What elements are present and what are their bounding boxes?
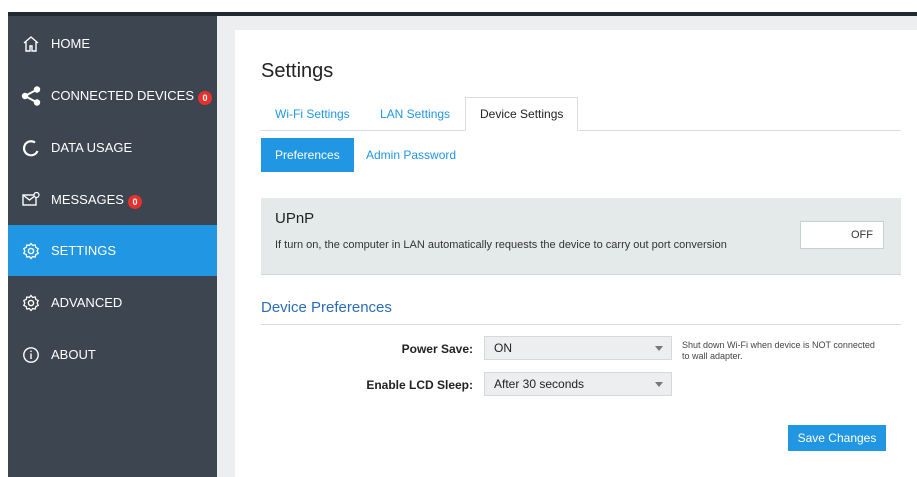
sidebar-item-label: DATA USAGE bbox=[51, 140, 133, 155]
sidebar-item-data-usage[interactable]: DATA USAGE bbox=[8, 122, 217, 173]
sidebar-item-label: HOME bbox=[51, 36, 90, 51]
settings-panel: Settings Wi-Fi Settings LAN Settings Dev… bbox=[235, 30, 917, 477]
sidebar: HOME CONNECTED DEVICES 0 DATA USAGE MESS… bbox=[8, 16, 217, 477]
home-icon bbox=[21, 34, 41, 54]
messages-icon bbox=[21, 190, 41, 210]
device-preferences-title: Device Preferences bbox=[261, 299, 392, 316]
lcd-sleep-select[interactable]: After 30 seconds bbox=[484, 372, 672, 396]
save-changes-button[interactable]: Save Changes bbox=[788, 425, 886, 451]
tab-wifi-settings[interactable]: Wi-Fi Settings bbox=[275, 98, 350, 130]
notification-badge: 0 bbox=[198, 90, 213, 105]
power-save-value: ON bbox=[494, 341, 512, 355]
gear-icon bbox=[21, 293, 41, 313]
sidebar-item-label: ABOUT bbox=[51, 347, 96, 362]
settings-tabs: Wi-Fi Settings LAN Settings Device Setti… bbox=[261, 97, 901, 131]
chevron-down-icon bbox=[655, 346, 663, 351]
toggle-state-label: OFF bbox=[851, 229, 873, 241]
upnp-title: UPnP bbox=[275, 210, 315, 227]
subtab-admin-password[interactable]: Admin Password bbox=[366, 138, 456, 172]
sidebar-item-label: ADVANCED bbox=[51, 295, 123, 310]
sidebar-item-home[interactable]: HOME bbox=[8, 18, 217, 69]
tab-lan-settings[interactable]: LAN Settings bbox=[380, 98, 450, 130]
share-icon bbox=[21, 85, 41, 106]
power-save-label: Power Save: bbox=[401, 342, 473, 356]
notification-badge: 0 bbox=[127, 194, 142, 209]
toggle-knob bbox=[801, 222, 843, 248]
chevron-down-icon bbox=[655, 382, 663, 387]
sidebar-item-label: CONNECTED DEVICES bbox=[51, 88, 195, 103]
data-usage-icon bbox=[21, 138, 41, 158]
page-title: Settings bbox=[261, 60, 334, 82]
info-icon bbox=[21, 345, 41, 365]
sidebar-item-about[interactable]: ABOUT bbox=[8, 329, 217, 380]
sidebar-item-label: SETTINGS bbox=[51, 243, 117, 258]
upnp-section: UPnP If turn on, the computer in LAN aut… bbox=[261, 198, 901, 275]
gear-icon bbox=[21, 241, 41, 261]
sidebar-item-settings[interactable]: SETTINGS bbox=[8, 225, 217, 276]
lcd-sleep-label: Enable LCD Sleep: bbox=[366, 378, 473, 392]
sidebar-item-label: MESSAGES bbox=[51, 192, 124, 207]
sidebar-item-messages[interactable]: MESSAGES 0 bbox=[8, 174, 217, 225]
sidebar-item-advanced[interactable]: ADVANCED bbox=[8, 277, 217, 328]
lcd-sleep-value: After 30 seconds bbox=[494, 377, 585, 391]
tab-device-settings[interactable]: Device Settings bbox=[465, 97, 579, 131]
upnp-toggle[interactable]: OFF bbox=[800, 221, 884, 249]
subtab-preferences[interactable]: Preferences bbox=[261, 138, 354, 172]
power-save-hint: Shut down Wi-Fi when device is NOT conne… bbox=[682, 340, 875, 361]
sidebar-item-connected-devices[interactable]: CONNECTED DEVICES 0 bbox=[8, 70, 217, 121]
upnp-description: If turn on, the computer in LAN automati… bbox=[275, 239, 727, 251]
section-divider bbox=[261, 324, 901, 325]
power-save-select[interactable]: ON bbox=[484, 336, 672, 360]
